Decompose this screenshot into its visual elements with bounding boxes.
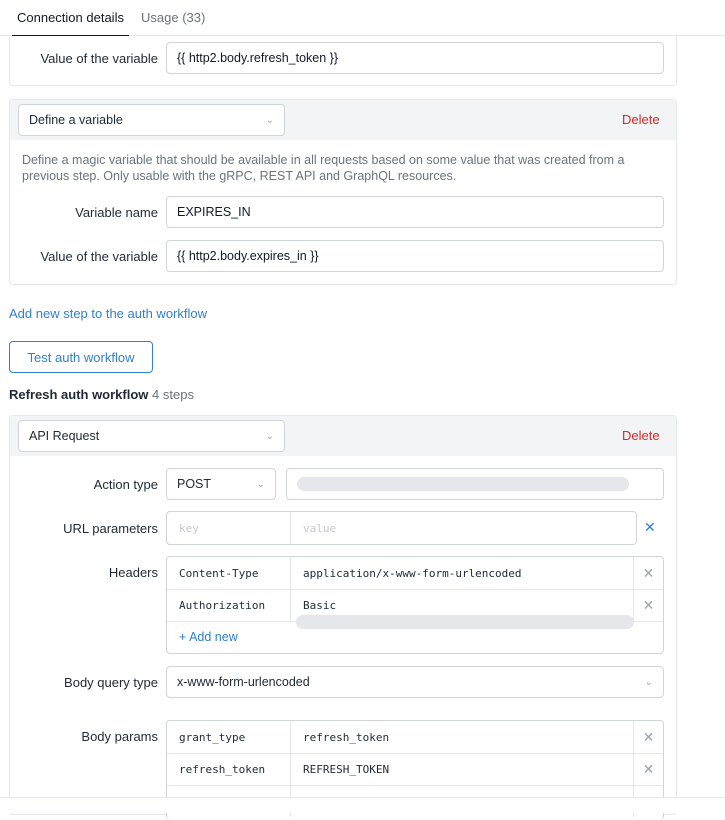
- tab-usage[interactable]: Usage (33): [141, 10, 205, 25]
- header-value[interactable]: application/x-www-form-urlencoded: [291, 557, 633, 589]
- body-query-type-select[interactable]: x-www-form-urlencoded ⌄: [166, 666, 664, 698]
- action-type-label: Action type: [93, 477, 158, 492]
- url-input[interactable]: [286, 468, 664, 500]
- header-key[interactable]: Authorization: [167, 589, 291, 621]
- chevron-down-icon: ⌄: [265, 114, 274, 126]
- delete-step-button-api[interactable]: Delete: [622, 428, 660, 443]
- body-param-key[interactable]: refresh_token: [167, 753, 291, 785]
- headers-label: Headers: [108, 565, 158, 580]
- value-label: Value of the variable: [40, 51, 158, 66]
- tab-connection-details[interactable]: Connection details: [12, 10, 129, 37]
- step-type-select-api[interactable]: API Request ⌄: [18, 420, 285, 452]
- url-param-key-input[interactable]: key: [167, 512, 291, 544]
- chevron-down-icon: ⌄: [256, 478, 265, 490]
- close-icon[interactable]: ✕: [633, 589, 663, 621]
- variable-value-input[interactable]: {{ http2.body.refresh_token }}: [166, 42, 664, 74]
- header-row: Content-Type application/x-www-form-urle…: [167, 557, 663, 590]
- body-query-type-value: x-www-form-urlencoded: [177, 675, 310, 689]
- variable-name-input[interactable]: EXPIRES_IN: [166, 196, 664, 228]
- body-param-value[interactable]: refresh_token: [291, 721, 633, 753]
- header-key[interactable]: Content-Type: [167, 557, 291, 589]
- chevron-down-icon: ⌄: [265, 430, 274, 442]
- step-type-select[interactable]: Define a variable ⌄: [18, 104, 285, 136]
- body-param-value[interactable]: REFRESH_TOKEN: [291, 753, 633, 785]
- refresh-workflow-steps-count: 4 steps: [152, 387, 194, 402]
- action-type-value: POST: [177, 477, 212, 491]
- body-query-type-label: Body query type: [64, 675, 158, 690]
- close-icon[interactable]: ✕: [633, 557, 663, 589]
- step-type-value: Define a variable: [29, 113, 123, 127]
- chevron-down-icon: ⌄: [644, 676, 653, 688]
- body-param-row: refresh_token REFRESH_TOKEN ✕: [167, 753, 663, 786]
- refresh-workflow-heading: Refresh auth workflow 4 steps: [9, 387, 194, 402]
- test-auth-workflow-button[interactable]: Test auth workflow: [9, 341, 153, 373]
- footer-bar: [0, 797, 725, 813]
- action-type-select[interactable]: POST ⌄: [166, 468, 276, 500]
- body-param-row: grant_type refresh_token ✕: [167, 721, 663, 754]
- refresh-workflow-title: Refresh auth workflow: [9, 387, 149, 402]
- headers-editor: Content-Type application/x-www-form-urle…: [166, 556, 664, 654]
- close-icon[interactable]: ✕: [633, 721, 663, 753]
- add-header-button[interactable]: + Add new: [179, 630, 238, 644]
- variable-value-input-expires[interactable]: {{ http2.body.expires_in }}: [166, 240, 664, 272]
- add-step-link[interactable]: Add new step to the auth workflow: [9, 306, 207, 321]
- tab-bar: Connection details Usage (33): [0, 0, 725, 37]
- url-param-value-input[interactable]: value: [291, 512, 636, 544]
- variable-value-label: Value of the variable: [40, 249, 158, 264]
- step-type-value-api: API Request: [29, 429, 100, 443]
- define-variable-description: Define a magic variable that should be a…: [22, 153, 625, 183]
- url-parameters-label: URL parameters: [63, 521, 158, 536]
- body-params-label: Body params: [81, 729, 158, 744]
- url-params-editor: key value: [166, 511, 637, 545]
- variable-name-label: Variable name: [75, 205, 158, 220]
- body-param-key[interactable]: grant_type: [167, 721, 291, 753]
- redacted-auth-value: [296, 615, 634, 629]
- close-icon[interactable]: ✕: [633, 753, 663, 785]
- delete-step-button[interactable]: Delete: [622, 112, 660, 127]
- close-icon[interactable]: ✕: [644, 519, 656, 536]
- redacted-url: [297, 477, 629, 491]
